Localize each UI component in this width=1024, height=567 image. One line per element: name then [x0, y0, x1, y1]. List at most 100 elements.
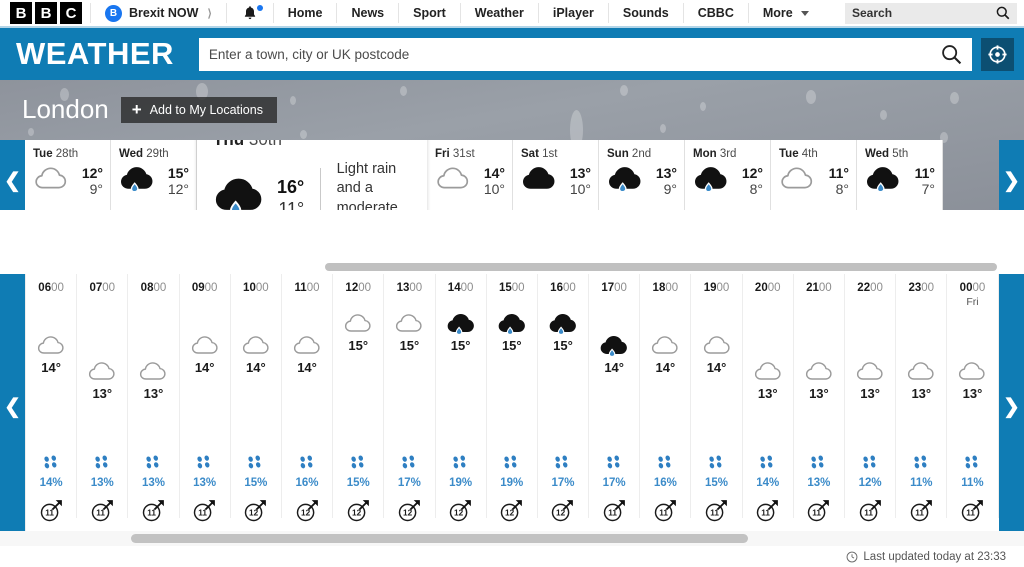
hourly-cell[interactable]: 1500 15° 19% 12 [487, 273, 538, 522]
hourly-cell[interactable]: 2200 13° 12% 11 [845, 273, 897, 522]
day-card[interactable]: Wed 5th 11° 7° [857, 140, 943, 210]
hour-weather-icon [333, 313, 383, 335]
hour-precipitation-percent: 15% [705, 477, 729, 489]
day-card-selected[interactable]: Thu 30th 16°11° Light rain and a moderate … [197, 140, 427, 210]
hour-wind: 11 [589, 498, 639, 523]
bbc-logo[interactable]: B B C [0, 0, 90, 26]
hourly-cell[interactable]: 1000 14° 15% 12 [231, 273, 282, 522]
day-card-temperatures: 16° 11° [277, 177, 304, 210]
use-my-location-button[interactable] [981, 37, 1014, 71]
hourly-scrollbar-thumb[interactable] [131, 534, 748, 543]
hourly-cell[interactable]: 1700 14° 17% 11 [589, 273, 641, 522]
hourly-cell[interactable]: 1300 15° 17% 12 [384, 273, 436, 522]
weather-masthead: WEATHER Enter a town, city or UK postcod… [0, 28, 1024, 80]
wind-speed-icon: 11 [40, 500, 62, 522]
day-low-temp: 10° [569, 181, 591, 198]
hour-weather-icon [282, 335, 332, 357]
day-scrollbar-track[interactable] [25, 263, 999, 271]
day-low-temp: 8° [835, 181, 849, 198]
day-strip-next-button[interactable]: ❯ [999, 140, 1024, 210]
hourly-next-button[interactable]: ❯ [999, 273, 1024, 540]
hourly-cell[interactable]: 1200 15° 15% 12 [333, 273, 385, 522]
day-strip-prev-button[interactable]: ❮ [0, 140, 25, 210]
day-card-date-label: Wed 29th [119, 148, 169, 160]
day-card[interactable]: Wed 29th 15° 12° [111, 140, 197, 210]
global-nav: B B C B Brexit NOW ⟩ Home News Sport Wea… [0, 0, 1024, 28]
nav-item-sport[interactable]: Sport [399, 0, 460, 26]
bbc-logo-letter: B [10, 2, 32, 24]
day-card-weather-icon [693, 166, 729, 197]
weather-icon-cloudy [242, 336, 269, 354]
location-search-input[interactable]: Enter a town, city or UK postcode [198, 37, 972, 71]
nav-promo-brexit[interactable]: B Brexit NOW ⟩ [91, 0, 226, 26]
weather-icon-cloudy [437, 167, 469, 189]
day-scrollbar-thumb[interactable] [325, 263, 997, 271]
day-card[interactable]: Tue 4th 11° 8° [771, 140, 857, 210]
hourly-cell[interactable]: 2100 13° 13% 11 [794, 273, 845, 522]
global-search-input[interactable]: Search [845, 2, 1017, 24]
hour-precipitation-percent: 14% [756, 477, 780, 489]
precipitation-icon [299, 455, 312, 469]
hourly-cell[interactable]: 2300 13° 11% 11 [896, 273, 948, 522]
hourly-cell[interactable]: 0700 13° 13% 11 [77, 273, 129, 522]
hour-weather-icon [384, 313, 434, 335]
day-card-weather-icon [213, 177, 265, 210]
nav-item-cbbc[interactable]: CBBC [684, 0, 748, 26]
hour-weather-icon [640, 335, 690, 357]
day-card-date-label: Thu 30th [213, 140, 413, 150]
hour-precipitation: 15% [691, 455, 741, 489]
nav-item-iplayer[interactable]: iPlayer [539, 0, 608, 26]
hour-weather-icon [896, 361, 946, 383]
wind-speed-icon: 11 [654, 500, 676, 522]
wind-speed-icon: 11 [859, 500, 881, 522]
hourly-forecast-panel: ❮ 0600 14° 14% 11 0700 13° 13% 11 0800 13° 13% 11 09… [0, 272, 1024, 540]
hourly-cell[interactable]: 0000 Fri 13° 11% 11 [947, 273, 999, 522]
nav-item-home[interactable]: Home [274, 0, 337, 26]
hourly-scrollbar[interactable] [0, 531, 1024, 546]
day-low-temp: 8° [749, 181, 763, 198]
hour-weather-icon [794, 361, 844, 383]
hour-label: 1700 [601, 282, 627, 294]
day-strip-scrollbar[interactable] [0, 260, 1024, 274]
precipitation-icon [555, 455, 568, 469]
nav-item-sounds[interactable]: Sounds [609, 0, 683, 26]
hour-precipitation-percent: 16% [653, 477, 677, 489]
hourly-cell[interactable]: 1800 14° 16% 11 [640, 273, 692, 522]
day-card[interactable]: Sun 2nd 13° 9° [599, 140, 685, 210]
hourly-cell[interactable]: 0600 14° 14% 11 [26, 273, 78, 522]
day-card[interactable]: Sat 1st 13° 10° [513, 140, 599, 210]
day-card[interactable]: Fri 31st 14° 10° [427, 140, 513, 210]
hour-temperature: 14° [706, 359, 727, 375]
day-card[interactable]: Tue 28th 12° 9° [25, 140, 111, 210]
weather-icon-cloudy [293, 336, 320, 354]
hour-label: 1500 [498, 282, 525, 294]
day-cards-scroll-area[interactable]: Tue 28th12°9°Wed 29th15°12° Thu 30th 16°11… [25, 140, 999, 210]
hourly-cell[interactable]: 1600 15° 17% 12 [538, 273, 590, 522]
hour-weather-icon [26, 335, 76, 357]
hourly-cell[interactable]: 1100 14° 16% 12 [282, 273, 334, 522]
hour-precipitation: 16% [282, 455, 332, 489]
add-to-my-locations-button[interactable]: + Add to My Locations [120, 96, 277, 123]
hour-precipitation: 15% [333, 455, 383, 489]
hourly-cell[interactable]: 2000 13° 14% 11 [743, 273, 794, 522]
day-card[interactable]: Mon 3rd 12° 8° [685, 140, 771, 210]
nav-item-more[interactable]: More [749, 0, 823, 26]
hour-wind: 11 [794, 498, 844, 523]
hourly-cell[interactable]: 1400 15° 19% 12 [436, 273, 487, 522]
hour-precipitation-percent: 17% [551, 477, 575, 489]
hour-wind: 12 [538, 498, 588, 523]
weather-icon-cloudy [703, 336, 730, 354]
hourly-cell[interactable]: 0800 13° 13% 11 [128, 273, 180, 522]
hourly-cell[interactable]: 0900 14° 13% 11 [180, 273, 231, 522]
hourly-cells-scroll-area[interactable]: 0600 14° 14% 11 0700 13° 13% 11 0800 13° 13% 11 0900… [25, 273, 999, 540]
weather-icon-cloudy [805, 362, 832, 380]
notifications-button[interactable] [227, 0, 273, 26]
chevron-right-icon: ⟩ [207, 7, 212, 20]
weather-icon-light-rain [549, 313, 576, 335]
hourly-prev-button[interactable]: ❮ [0, 273, 25, 540]
location-hero: London + Add to My Locations ❮ Tue 28th 1… [0, 80, 1024, 210]
nav-item-weather[interactable]: Weather [461, 0, 538, 26]
nav-item-news[interactable]: News [337, 0, 398, 26]
hourly-cell[interactable]: 1900 14° 15% 11 [691, 273, 743, 522]
hour-wind: 12 [436, 498, 486, 523]
